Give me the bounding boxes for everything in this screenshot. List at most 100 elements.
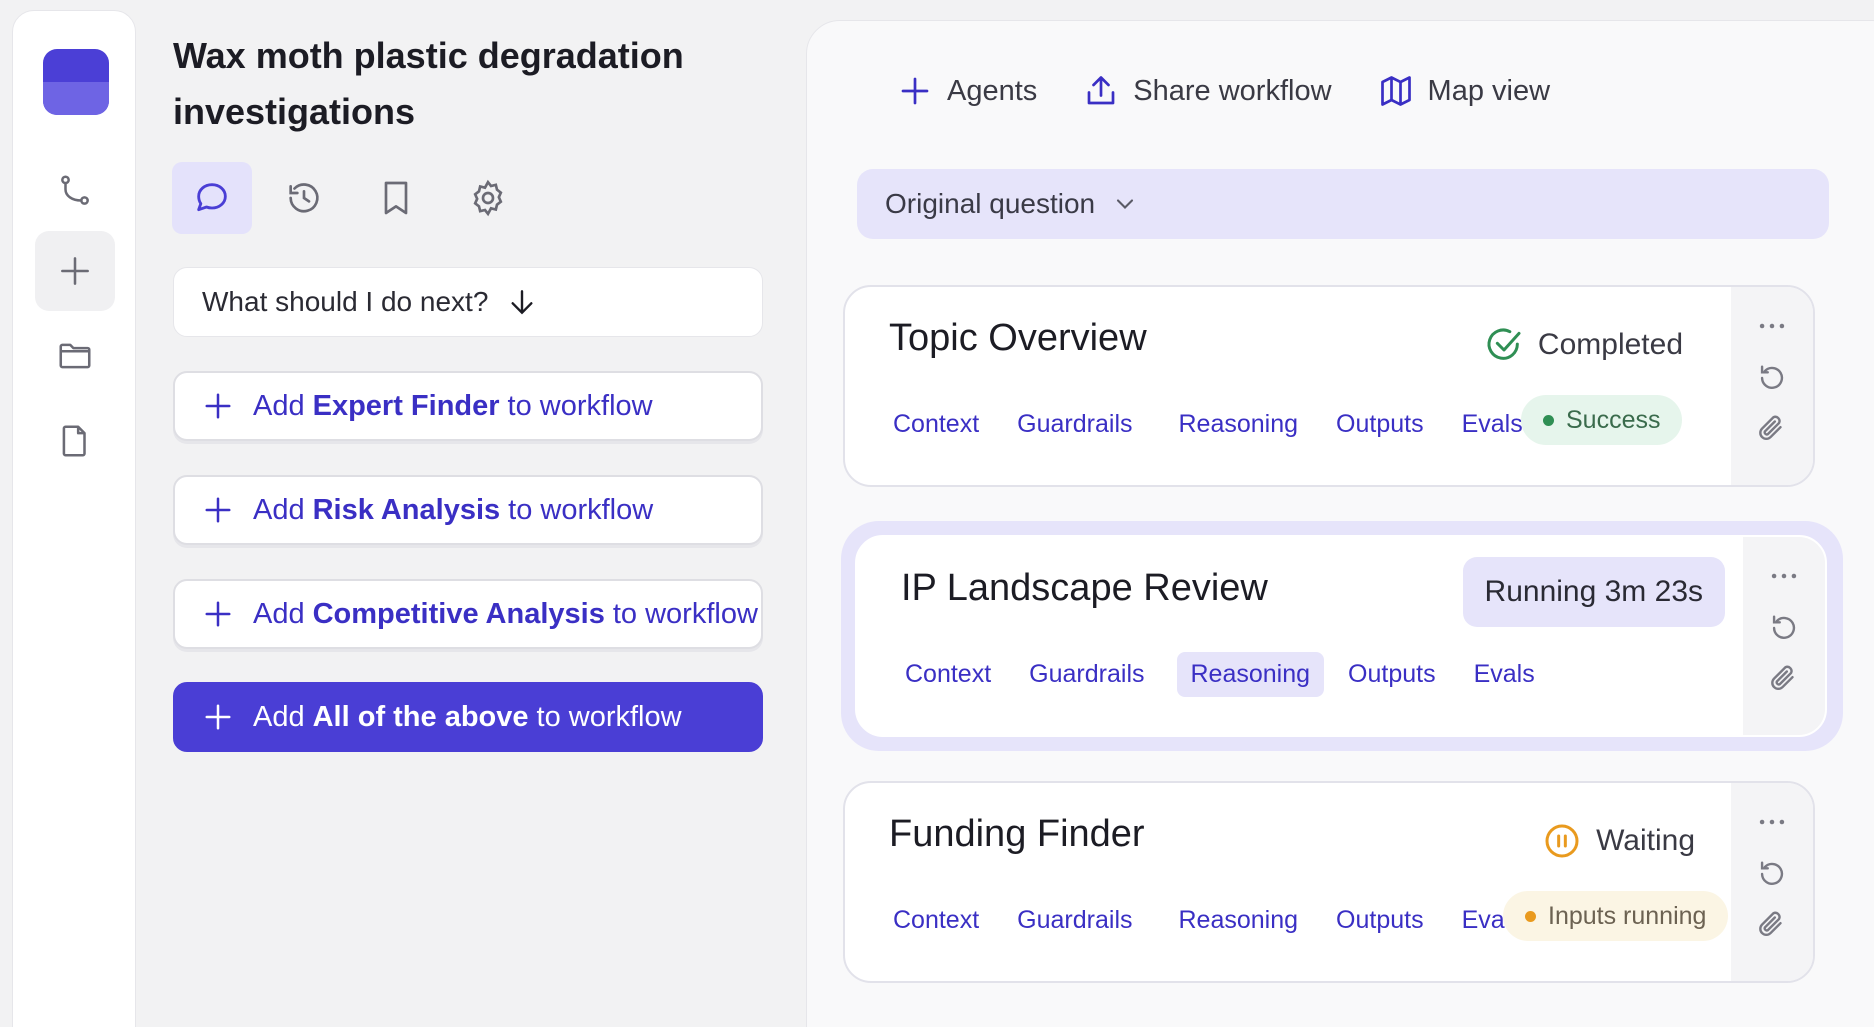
status-completed: Completed	[1484, 325, 1683, 365]
app-root: Wax moth plastic degradation investigati…	[0, 0, 1874, 1027]
suggestion-suffix: to workflow	[612, 597, 758, 630]
original-question-dropdown[interactable]: Original question	[857, 169, 1829, 239]
card-actions	[1731, 783, 1813, 981]
card-actions	[1731, 287, 1813, 485]
add-risk-analysis-button[interactable]: Add Risk Analysis to workflow	[173, 475, 763, 545]
link-context[interactable]: Context	[891, 652, 1005, 697]
folder-icon[interactable]	[35, 316, 115, 396]
link-outputs[interactable]: Outputs	[1322, 898, 1438, 943]
running-timer-badge: Running 3m 23s	[1462, 557, 1725, 627]
link-outputs[interactable]: Outputs	[1334, 652, 1450, 697]
card-actions	[1743, 537, 1825, 735]
suggestion-suffix: to workflow	[507, 389, 653, 422]
agent-card[interactable]: Topic Overview Completed Context Guardra…	[843, 285, 1815, 487]
link-reasoning[interactable]: Reasoning	[1165, 898, 1313, 943]
more-icon[interactable]	[1767, 559, 1801, 593]
workflow-title: Wax moth plastic degradation investigati…	[173, 35, 684, 132]
agent-card-ip-landscape-review: IP Landscape Review Running 3m 23s Conte…	[841, 521, 1843, 751]
branch-icon[interactable]	[35, 151, 115, 231]
more-icon[interactable]	[1755, 309, 1789, 343]
share-label: Share workflow	[1133, 74, 1332, 107]
check-circle-icon	[1487, 328, 1521, 360]
map-view-button[interactable]: Map view	[1378, 73, 1551, 109]
plus-icon	[205, 704, 231, 730]
agents-label: Agents	[947, 74, 1038, 107]
question-label: Original question	[885, 188, 1096, 219]
status-dot	[1525, 910, 1536, 922]
suggestion-agent-name: All of the above	[312, 700, 529, 733]
suggestion-prefix: Add	[253, 389, 305, 422]
plus-icon	[205, 601, 231, 627]
suggestion-agent-name: Risk Analysis	[312, 493, 501, 526]
attachment-icon[interactable]	[1767, 663, 1801, 697]
link-context[interactable]: Context	[879, 898, 993, 943]
card-title: Funding Finder	[889, 813, 1145, 855]
link-guardrails[interactable]: Guardrails	[1015, 652, 1158, 697]
link-reasoning[interactable]: Reasoning	[1176, 652, 1325, 697]
left-rail	[12, 10, 136, 1027]
chat-panel: Wax moth plastic degradation investigati…	[140, 0, 800, 1027]
link-context[interactable]: Context	[879, 402, 993, 447]
suggestion-prefix: Add	[253, 493, 305, 526]
chevron-down-icon	[1117, 199, 1134, 209]
next-step-button[interactable]: What should I do next?	[173, 267, 763, 337]
link-guardrails[interactable]: Guardrails	[1003, 898, 1146, 943]
attachment-icon[interactable]	[1755, 413, 1789, 447]
app-logo[interactable]	[43, 49, 109, 115]
add-expert-finder-button[interactable]: Add Expert Finder to workflow	[173, 371, 763, 441]
more-icon[interactable]	[1755, 805, 1789, 839]
attachment-icon[interactable]	[1755, 909, 1789, 943]
agent-card[interactable]: IP Landscape Review Running 3m 23s Conte…	[855, 535, 1827, 737]
next-step-label: What should I do next?	[202, 286, 489, 317]
status-waiting: Waiting	[1542, 821, 1695, 861]
workflow-canvas: Agents Share workflow Map view Original …	[806, 20, 1874, 1027]
share-icon	[1087, 76, 1115, 105]
status-dot	[1543, 414, 1554, 426]
plus-icon	[205, 497, 231, 523]
link-guardrails[interactable]: Guardrails	[1003, 402, 1146, 447]
chat-icon[interactable]	[172, 162, 252, 234]
add-competitive-analysis-button[interactable]: Add Competitive Analysis to workflow	[173, 579, 763, 649]
suggestion-suffix: to workflow	[536, 700, 682, 733]
plus-icon[interactable]	[35, 231, 115, 311]
link-evals[interactable]: Evals	[1460, 652, 1549, 697]
status-label: Completed	[1537, 328, 1683, 361]
card-links: Context Guardrails Reasoning Outputs Eva…	[879, 898, 1547, 943]
plus-icon	[205, 393, 231, 419]
link-reasoning[interactable]: Reasoning	[1165, 402, 1313, 447]
rerun-icon[interactable]	[1755, 361, 1789, 395]
link-outputs[interactable]: Outputs	[1322, 402, 1438, 447]
workflow-toolbar: Agents Share workflow Map view	[897, 73, 1550, 109]
card-title: IP Landscape Review	[901, 567, 1268, 609]
badge-label: Success	[1566, 405, 1661, 434]
agent-card-topic-overview: Topic Overview Completed Context Guardra…	[829, 285, 1829, 487]
bookmark-icon[interactable]	[356, 162, 436, 234]
map-label: Map view	[1427, 74, 1551, 107]
agent-card-funding-finder: Funding Finder Waiting Context Guardrail…	[829, 781, 1829, 983]
plus-icon	[901, 77, 929, 105]
map-icon	[1380, 76, 1411, 106]
rerun-icon[interactable]	[1767, 611, 1801, 645]
badge-label: Inputs running	[1548, 901, 1707, 930]
card-title: Topic Overview	[889, 317, 1147, 359]
status-badge: Inputs running	[1503, 891, 1729, 941]
history-icon[interactable]	[264, 162, 344, 234]
status-badge: Success	[1521, 395, 1683, 445]
share-workflow-button[interactable]: Share workflow	[1083, 73, 1332, 109]
suggestion-prefix: Add	[253, 700, 305, 733]
agent-card[interactable]: Funding Finder Waiting Context Guardrail…	[843, 781, 1815, 983]
suggestion-suffix: to workflow	[508, 493, 654, 526]
status-label: Waiting	[1596, 824, 1695, 857]
agents-button[interactable]: Agents	[897, 73, 1037, 109]
card-links: Context Guardrails Reasoning Outputs Eva…	[891, 652, 1559, 697]
suggestion-agent-name: Competitive Analysis	[312, 597, 605, 630]
file-icon[interactable]	[35, 401, 115, 481]
add-all-button[interactable]: Add All of the above to workflow	[173, 682, 763, 752]
suggestion-prefix: Add	[253, 597, 305, 630]
pause-circle-icon	[1545, 824, 1579, 858]
arrow-down-icon	[511, 290, 533, 315]
card-links: Context Guardrails Reasoning Outputs Eva…	[879, 402, 1547, 447]
suggestion-agent-name: Expert Finder	[312, 389, 500, 422]
rerun-icon[interactable]	[1755, 857, 1789, 891]
settings-icon[interactable]	[448, 162, 528, 234]
